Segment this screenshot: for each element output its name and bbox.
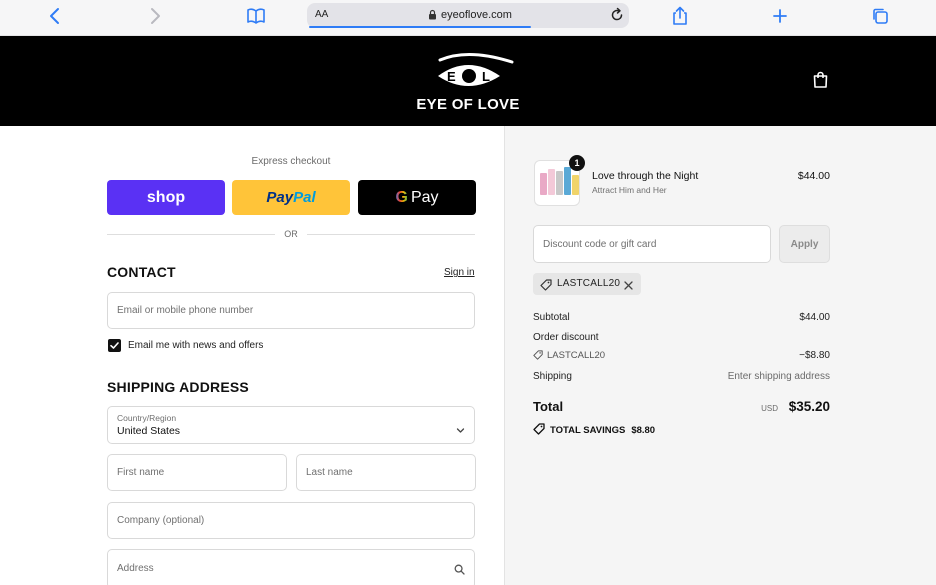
- order-discount-code-row: LASTCALL20: [533, 350, 605, 363]
- savings-label: TOTAL SAVINGS: [550, 425, 626, 436]
- total-value: $35.20: [788, 399, 830, 414]
- browser-toolbar: AA eyeoflove.com: [0, 0, 936, 36]
- product-variant: Attract Him and Her: [592, 185, 667, 195]
- search-icon: [454, 562, 465, 580]
- applied-discount-tag: LASTCALL20: [533, 273, 641, 295]
- contact-title: CONTACT: [107, 264, 176, 280]
- discount-placeholder: Discount code or gift card: [543, 239, 657, 250]
- savings-value: $8.80: [631, 425, 656, 436]
- email-field[interactable]: Email or mobile phone number: [107, 292, 475, 329]
- site-header: E L EYE OF LOVE: [0, 36, 936, 126]
- text-size-button[interactable]: AA: [315, 9, 328, 20]
- address-bar[interactable]: AA eyeoflove.com: [307, 3, 629, 28]
- tag-icon: [533, 350, 543, 363]
- logo-letters: E: [447, 69, 456, 84]
- order-discount-code: LASTCALL20: [547, 350, 606, 361]
- last-name-field[interactable]: Last name: [296, 454, 476, 491]
- checkout-form: Express checkout shop Pay Pal G Pay OR CON…: [0, 126, 504, 585]
- newsletter-checkbox[interactable]: [108, 339, 121, 352]
- lock-icon: [428, 9, 437, 20]
- company-field[interactable]: Company (optional): [107, 502, 475, 539]
- subtotal-value: $44.00: [799, 312, 830, 323]
- google-pay-label: Pay: [410, 188, 439, 206]
- cart-icon[interactable]: [812, 71, 829, 94]
- first-name-placeholder: First name: [117, 467, 165, 478]
- total-label: Total: [533, 399, 564, 414]
- country-value: United States: [117, 425, 181, 437]
- new-tab-icon[interactable]: [771, 6, 789, 26]
- tabs-overview-icon[interactable]: [871, 6, 890, 26]
- shipping-value: Enter shipping address: [727, 371, 830, 382]
- svg-text:L: L: [482, 69, 490, 84]
- share-icon[interactable]: [671, 6, 689, 26]
- company-placeholder: Company (optional): [117, 515, 205, 526]
- bookmarks-icon[interactable]: [246, 6, 266, 26]
- order-discount-label: Order discount: [533, 332, 599, 343]
- address-placeholder: Address: [117, 563, 154, 574]
- shipping-address-title: SHIPPING ADDRESS: [107, 379, 249, 395]
- shipping-label: Shipping: [533, 371, 572, 382]
- address-field[interactable]: Address: [107, 549, 475, 585]
- url-text: eyeoflove.com: [441, 9, 512, 21]
- google-pay-button[interactable]: G Pay: [358, 180, 476, 215]
- product-name: Love through the Night: [592, 170, 699, 182]
- country-label: Country/Region: [117, 413, 177, 423]
- total-currency: USD: [761, 404, 778, 413]
- brand-logo[interactable]: E L EYE OF LOVE: [416, 50, 520, 114]
- order-summary: 1 Love through the Night Attract Him and…: [504, 126, 936, 585]
- email-placeholder: Email or mobile phone number: [117, 305, 254, 316]
- first-name-field[interactable]: First name: [107, 454, 287, 491]
- chevron-down-icon: [456, 421, 465, 439]
- order-discount-value: −$8.80: [799, 350, 830, 361]
- total-savings: TOTAL SAVINGS $8.80: [533, 423, 655, 438]
- discount-code-input[interactable]: Discount code or gift card: [533, 225, 771, 263]
- apply-discount-button[interactable]: Apply: [779, 225, 830, 263]
- subtotal-label: Subtotal: [533, 312, 570, 323]
- last-name-placeholder: Last name: [306, 467, 353, 478]
- checkmark-icon: [110, 342, 119, 349]
- back-icon[interactable]: [48, 6, 62, 26]
- quantity-badge: 1: [569, 155, 585, 171]
- forward-icon[interactable]: [148, 6, 162, 26]
- remove-discount-icon[interactable]: [623, 278, 634, 296]
- eye-logo-icon: E L: [438, 52, 514, 86]
- country-select[interactable]: Country/Region United States: [107, 406, 475, 444]
- shop-pay-button[interactable]: shop: [107, 180, 225, 215]
- google-g-icon: G: [395, 188, 408, 206]
- applied-discount-code: LASTCALL20: [557, 278, 621, 289]
- shop-pay-label: shop: [146, 188, 186, 206]
- paypal-label-pay: Pay: [266, 189, 294, 206]
- product-price: $44.00: [797, 170, 830, 182]
- paypal-label-pal: Pal: [293, 189, 316, 206]
- newsletter-label: Email me with news and offers: [128, 340, 264, 351]
- savings-tag-icon: [533, 423, 545, 438]
- brand-name: EYE OF LOVE: [416, 96, 520, 113]
- express-checkout-label: Express checkout: [251, 156, 331, 167]
- tag-icon: [540, 278, 552, 296]
- reload-icon[interactable]: [609, 7, 625, 23]
- sign-in-link[interactable]: Sign in: [444, 267, 475, 278]
- page-load-progress: [309, 26, 531, 28]
- or-divider: OR: [107, 228, 475, 240]
- paypal-button[interactable]: Pay Pal: [232, 180, 350, 215]
